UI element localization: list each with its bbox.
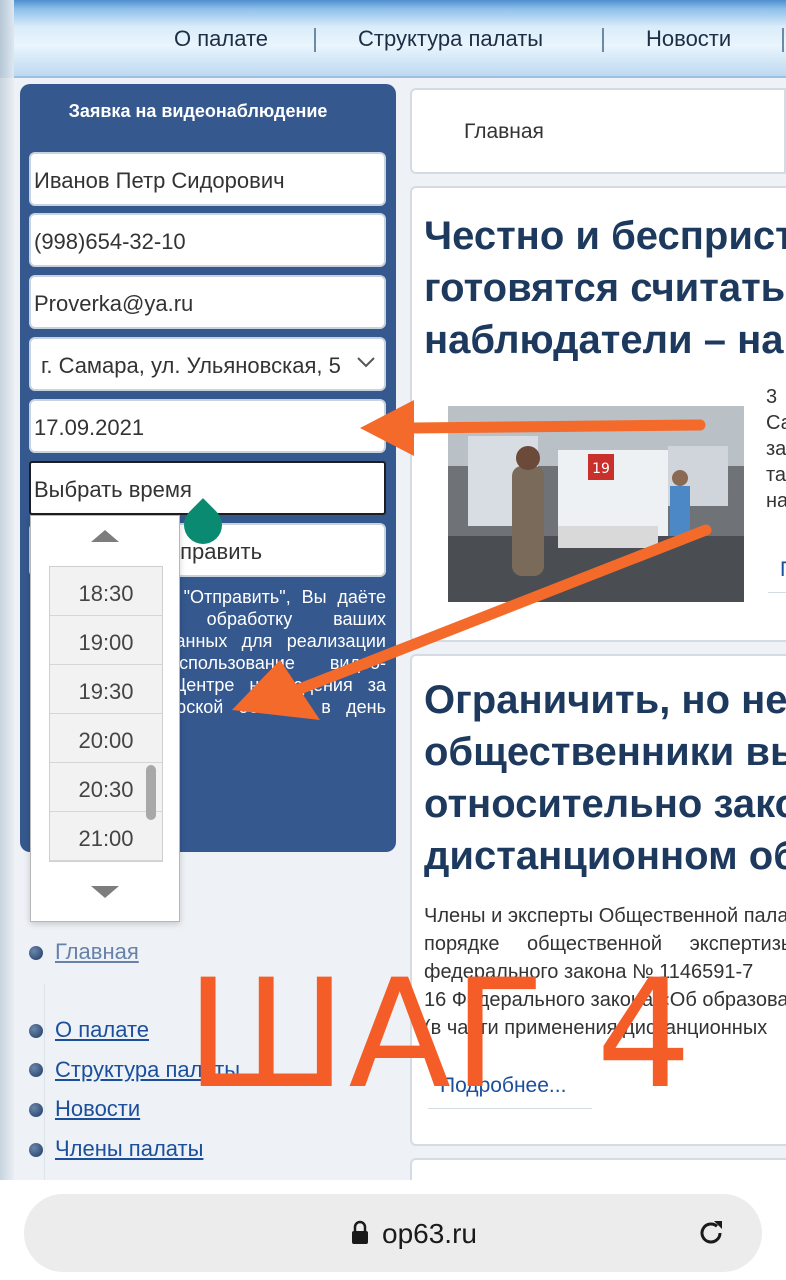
phone-field[interactable]: (998)654-32-10 [29, 213, 386, 267]
breadcrumb: Главная [410, 88, 786, 174]
step-label: ШАГ 4 [186, 948, 694, 1122]
scroll-down-icon[interactable] [91, 886, 119, 898]
address-select[interactable]: г. Самара, ул. Ульяновская, 5 [29, 337, 386, 391]
bullet-icon [29, 1143, 43, 1157]
sidebar-link-news[interactable]: Новости [55, 1096, 140, 1122]
article-text-line: Члены и эксперты Общественной палаты [424, 905, 786, 927]
time-option[interactable]: 19:00 [50, 616, 162, 665]
bullet-icon [29, 1063, 43, 1077]
sidebar-link-home[interactable]: Главная [55, 939, 139, 965]
chevron-down-icon [356, 353, 376, 374]
date-field[interactable]: 17.09.2021 [29, 399, 386, 453]
dropdown-scrollbar[interactable] [146, 765, 156, 820]
time-option[interactable]: 19:30 [50, 665, 162, 714]
breadcrumb-home[interactable]: Главная [464, 120, 544, 144]
article-title-line[interactable]: Честно и беспристрастно [424, 210, 786, 262]
bullet-icon [29, 946, 43, 960]
list-divider [44, 984, 45, 1180]
reload-icon[interactable] [696, 1218, 726, 1248]
article-snippet: та [766, 464, 786, 486]
article-title-line[interactable]: готовятся считать голоса [424, 262, 786, 314]
url-text: op63.ru [382, 1218, 477, 1249]
name-field[interactable]: Иванов Петр Сидорович [29, 152, 386, 206]
browser-bar: op63.ru [0, 1180, 786, 1280]
email-field[interactable]: Proverka@ya.ru [29, 275, 386, 329]
scroll-up-icon[interactable] [91, 530, 119, 542]
bullet-icon [29, 1024, 43, 1038]
nav-separator [782, 28, 784, 52]
bullet-icon [29, 1103, 43, 1117]
nav-link-structure[interactable]: Структура палаты [358, 26, 543, 52]
top-navigation: О палате Структура палаты Новости [0, 0, 786, 78]
nav-link-about[interactable]: О палате [174, 26, 268, 52]
article-snippet: Са [766, 412, 786, 434]
news-photo[interactable]: 19 [448, 406, 744, 602]
article-snippet: на [766, 490, 786, 512]
sidebar-link-members[interactable]: Члены палаты [55, 1136, 203, 1162]
lock-icon [352, 1220, 368, 1244]
article-title-line[interactable]: наблюдатели – на выборах [424, 314, 786, 366]
address-select-value: г. Самара, ул. Ульяновская, 5 [41, 353, 341, 378]
more-divider [768, 592, 786, 593]
time-dropdown[interactable]: 18:30 19:00 19:30 20:00 20:30 21:00 [30, 515, 180, 922]
page-edge [0, 78, 14, 1180]
nav-separator [314, 28, 316, 52]
time-option[interactable]: 18:30 [50, 567, 162, 616]
time-option[interactable]: 21:00 [50, 812, 162, 861]
banner-number: 19 [592, 461, 610, 477]
nav-link-news[interactable]: Новости [646, 26, 731, 52]
more-link[interactable]: П [780, 558, 786, 582]
article-title-line[interactable]: Ограничить, но не запретить: [424, 674, 786, 726]
nav-separator [602, 28, 604, 52]
article-snippet: за [766, 438, 786, 460]
nav-edge [0, 0, 14, 78]
address-bar[interactable]: op63.ru [24, 1194, 762, 1272]
time-option[interactable]: 20:00 [50, 714, 162, 763]
article-title-line[interactable]: относительно законопроекта о [424, 778, 786, 830]
news-card: Честно и беспристрастно готовятся считат… [410, 186, 786, 642]
article-snippet: 3 [766, 386, 778, 408]
article-title-line[interactable]: дистанционном обучении [424, 830, 786, 882]
sidebar-link-about[interactable]: О палате [55, 1017, 149, 1043]
form-title: Заявка на видеонаблюдение [68, 101, 328, 121]
article-title-line[interactable]: общественники высказались [424, 726, 786, 778]
